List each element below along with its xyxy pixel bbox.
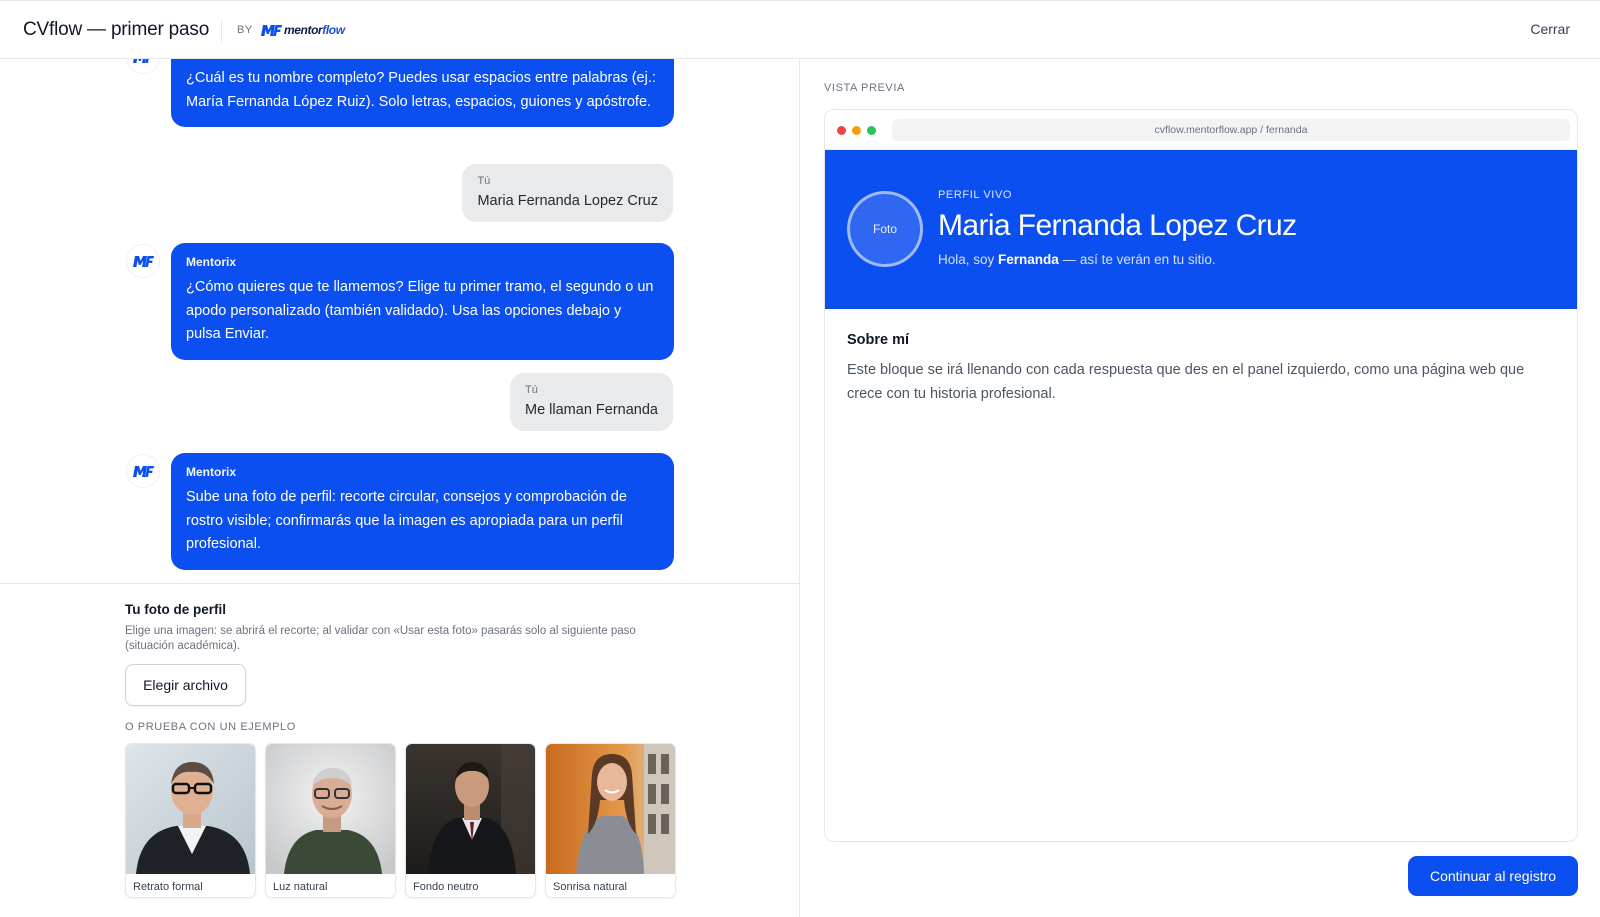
preview-panel: VISTA PREVIA cvflow.mentorflow.app / fer… [800, 59, 1600, 917]
profile-kicker: PERFIL VIVO [938, 189, 1013, 201]
user-message: Tú Maria Fernanda Lopez Cruz [462, 164, 673, 222]
examples-label: O PRUEBA CON UN EJEMPLO [125, 721, 296, 733]
message-author: Mentorix [186, 255, 237, 269]
mentorix-avatar [126, 244, 160, 278]
mentorix-logo-icon [133, 59, 153, 63]
profile-name: Maria Fernanda Lopez Cruz [938, 209, 1297, 242]
portrait-image [126, 744, 255, 874]
url-bar: cvflow.mentorflow.app / fernanda [892, 119, 1570, 141]
message-author: Tú [477, 175, 491, 187]
mentorix-logo-icon [133, 256, 154, 267]
example-caption: Fondo neutro [413, 881, 479, 893]
header-divider [221, 19, 222, 42]
message-text: Me llaman Fernanda [525, 402, 658, 418]
window-maximize-dot [867, 126, 876, 135]
window-minimize-dot [852, 126, 861, 135]
example-photos: Retrato formal Luz natural Fondo neutro … [125, 743, 676, 898]
continue-registration-button[interactable]: Continuar al registro [1408, 856, 1578, 896]
portrait-image [546, 744, 675, 874]
message-text: ¿Cómo quieres que te llamemos? Elige tu … [186, 279, 654, 342]
example-caption: Retrato formal [133, 881, 203, 893]
message-text: Maria Fernanda Lopez Cruz [477, 193, 658, 209]
profile-greeting: Hola, soy Fernanda — así te verán en tu … [938, 252, 1216, 267]
chat-thread[interactable]: ¿Cuál es tu nombre completo? Puedes usar… [0, 59, 799, 583]
example-photo-card[interactable]: Sonrisa natural [545, 743, 676, 898]
choose-file-button[interactable]: Elegir archivo [125, 664, 246, 706]
example-photo-natural-light [266, 744, 395, 874]
message-author: Mentorix [186, 465, 237, 479]
greeting-prefix: Hola, soy [938, 252, 995, 267]
user-message: Tú Me llaman Fernanda [510, 373, 673, 431]
photo-section-title: Tu foto de perfil [125, 602, 226, 617]
portrait-image [266, 744, 395, 874]
example-photo-card[interactable]: Fondo neutro [405, 743, 536, 898]
portrait-image [406, 744, 535, 874]
chat-panel: ¿Cuál es tu nombre completo? Puedes usar… [0, 59, 800, 917]
photo-section-help: Elige una imagen: se abrirá el recorte; … [125, 625, 636, 652]
example-photo-neutral-background [406, 744, 535, 874]
profile-photo-placeholder: Foto [847, 191, 923, 267]
mentorix-avatar [126, 454, 160, 488]
example-photo-card[interactable]: Luz natural [265, 743, 396, 898]
brand-word-b: flow [322, 23, 345, 37]
bot-message: ¿Cuál es tu nombre completo? Puedes usar… [171, 59, 674, 127]
message-author: Tú [525, 384, 538, 396]
top-bar: CVflow — primer paso BY mentorflow Cerra… [0, 0, 1600, 59]
example-photo-formal [126, 744, 255, 874]
brand-wordmark: mentorflow [284, 23, 345, 37]
message-text: ¿Cuál es tu nombre completo? Puedes usar… [186, 70, 656, 110]
app-title: CVflow — primer paso [23, 19, 210, 40]
bot-message: Mentorix ¿Cómo quieres que te llamemos? … [171, 243, 674, 360]
photo-placeholder-label: Foto [872, 222, 897, 236]
example-caption: Luz natural [273, 881, 328, 893]
mentorix-avatar [126, 59, 160, 74]
browser-toolbar: cvflow.mentorflow.app / fernanda [825, 110, 1577, 150]
window-close-dot [837, 126, 846, 135]
example-caption: Sonrisa natural [553, 881, 627, 893]
browser-preview-frame: cvflow.mentorflow.app / fernanda Foto PE… [824, 109, 1578, 842]
by-label: BY [237, 24, 253, 36]
bot-message: Mentorix Sube una foto de perfil: recort… [171, 453, 674, 570]
preview-label: VISTA PREVIA [824, 82, 905, 94]
message-text: Sube una foto de perfil: recorte circula… [186, 489, 627, 552]
mentorflow-logo: mentorflow [260, 21, 345, 39]
mentorix-logo-icon [133, 466, 154, 477]
profile-photo-section: Tu foto de perfil Elige una imagen: se a… [0, 583, 799, 917]
example-photo-natural-smile [546, 744, 675, 874]
close-button[interactable]: Cerrar [1530, 21, 1570, 37]
about-title: Sobre mí [847, 332, 910, 348]
about-text: Este bloque se irá llenando con cada res… [847, 362, 1525, 402]
brand-word-a: mentor [284, 23, 323, 37]
greeting-name: Fernanda [998, 252, 1059, 267]
example-photo-card[interactable]: Retrato formal [125, 743, 256, 898]
mf-logo-icon [261, 25, 282, 36]
greeting-suffix: — así te verán en tu sitio. [1062, 252, 1216, 267]
profile-hero: Foto PERFIL VIVO Maria Fernanda Lopez Cr… [825, 150, 1577, 309]
